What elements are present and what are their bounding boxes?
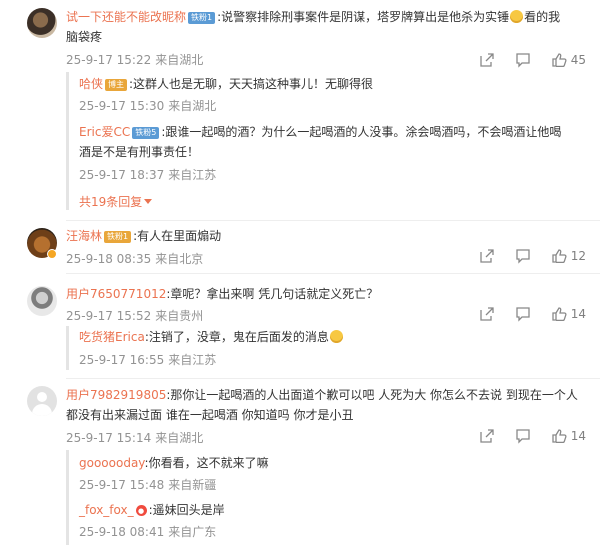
like-icon[interactable]: [551, 248, 567, 264]
divider: [66, 220, 600, 221]
avatar[interactable]: [27, 386, 57, 416]
username-link[interactable]: 汪海林: [66, 229, 102, 243]
divider: [66, 378, 600, 379]
avatar[interactable]: [27, 8, 57, 38]
username-link[interactable]: _fox_fox_: [79, 503, 134, 517]
comment-meta: 25-9-18 08:35 来自北京: [66, 250, 203, 267]
fan-badge: 铁粉1: [104, 231, 132, 243]
like-icon[interactable]: [551, 428, 567, 444]
comment-icon[interactable]: [515, 248, 531, 264]
location: 来自湖北: [155, 53, 204, 67]
emoji-icon: [329, 330, 343, 343]
timestamp: 25-9-17 15:22: [66, 53, 152, 67]
share-icon[interactable]: [479, 428, 495, 444]
divider: [66, 273, 600, 274]
username-link[interactable]: 吃货猪Erica: [79, 330, 145, 344]
comment-text: 汪海林 铁粉1:有人在里面煽动: [66, 229, 222, 243]
fan-badge: 铁粉5: [132, 127, 160, 139]
location: 来自广东: [168, 525, 217, 539]
avatar[interactable]: [27, 286, 57, 316]
comment-meta: 25-9-17 15:22 来自湖北: [66, 51, 203, 68]
share-icon[interactable]: [479, 52, 495, 68]
share-icon[interactable]: [479, 306, 495, 322]
like-count: 14: [570, 429, 586, 443]
username-link[interactable]: Eric爱CC: [79, 125, 130, 139]
reply-meta: 25-9-17 18:37 来自江苏: [79, 166, 216, 183]
reply-text: Eric爱CC 铁粉5:跟谁一起喝的酒？为什么一起喝酒的人没事。涂会喝酒吗，不会喝…: [79, 125, 562, 139]
comment-text-cont: 脑袋疼: [66, 30, 103, 44]
comment-icon[interactable]: [515, 306, 531, 322]
comment-text: 用户7650771012:章呢？拿出来啊 凭几句话就定义死亡？: [66, 287, 379, 301]
caret-down-icon: [144, 199, 153, 204]
timestamp: 25-9-17 15:48: [79, 478, 165, 492]
reply-list: goooooday:你看看，这不就来了嘛 25-9-17 15:48 来自新疆 _…: [66, 450, 582, 545]
reply-text: _fox_fox_ ●:遥妹回头是岸: [79, 503, 225, 517]
comment-actions: 45: [479, 52, 586, 68]
emoji-icon: [510, 10, 524, 23]
reply-text-cont: 酒是不是有刑事责任！: [79, 145, 200, 159]
reply-text: 哈侠 博主:这群人也是无聊，天天搞这种事儿！无聊得很: [79, 77, 374, 91]
username-link[interactable]: goooooday: [79, 456, 145, 470]
timestamp: 25-9-17 15:14: [66, 431, 152, 445]
reply-text: goooooday:你看看，这不就来了嘛: [79, 456, 269, 470]
reply-meta: 25-9-17 15:30 来自湖北: [79, 97, 216, 114]
location: 来自新疆: [168, 478, 217, 492]
timestamp: 25-9-18 08:41: [79, 525, 165, 539]
reply-text: 吃货猪Erica:注销了，没章，鬼在后面发的消息: [79, 329, 344, 346]
timestamp: 25-9-17 16:55: [79, 353, 165, 367]
location: 来自北京: [155, 252, 204, 266]
comment-actions: 12: [479, 248, 586, 264]
comment-icon[interactable]: [515, 52, 531, 68]
verified-icon: [47, 249, 57, 259]
timestamp: 25-9-18 08:35: [66, 252, 152, 266]
like-count: 45: [570, 53, 586, 67]
like-icon[interactable]: [551, 306, 567, 322]
gift-icon: ●: [135, 505, 147, 516]
comment-text-cont: 都没有出来漏过面 谁在一起喝酒 你知道吗 你才是小丑: [66, 408, 354, 422]
author-badge: 博主: [105, 79, 128, 91]
location: 来自贵州: [155, 309, 204, 323]
reply-meta: 25-9-17 16:55 来自江苏: [79, 351, 216, 368]
comment-text: 用户7982919805:那你让一起喝酒的人出面道个歉可以吧 人死为大 你怎么不…: [66, 388, 578, 402]
username-link[interactable]: 用户7982919805: [66, 388, 166, 402]
comment-actions: 14: [479, 306, 586, 322]
reply-meta: 25-9-17 15:48 来自新疆: [79, 476, 216, 493]
username-link[interactable]: 试一下还能不能改昵称: [66, 10, 186, 24]
location: 来自湖北: [155, 431, 204, 445]
default-avatar-icon: [37, 392, 47, 402]
comment-actions: 14: [479, 428, 586, 444]
comment-meta: 25-9-17 15:14 来自湖北: [66, 429, 203, 446]
comment-meta: 25-9-17 15:52 来自贵州: [66, 307, 203, 324]
reply-list: 吃货猪Erica:注销了，没章，鬼在后面发的消息 25-9-17 16:55 来自…: [66, 326, 582, 370]
timestamp: 25-9-17 15:30: [79, 99, 165, 113]
like-count: 14: [570, 307, 586, 321]
comment-text: 试一下还能不能改昵称 铁粉1:说警察排除刑事案件是阴谋，塔罗牌算出是他杀为实锤 看的…: [66, 10, 561, 24]
like-icon[interactable]: [551, 52, 567, 68]
share-icon[interactable]: [479, 248, 495, 264]
timestamp: 25-9-17 15:52: [66, 309, 152, 323]
fan-badge: 铁粉1: [188, 12, 216, 24]
reply-list: 哈侠 博主:这群人也是无聊，天天搞这种事儿！无聊得很 25-9-17 15:30 来…: [66, 72, 582, 210]
timestamp: 25-9-17 18:37: [79, 168, 165, 182]
location: 来自江苏: [168, 168, 217, 182]
location: 来自湖北: [168, 99, 217, 113]
username-link[interactable]: 哈侠: [79, 77, 103, 91]
more-replies-link[interactable]: 共19条回复: [79, 193, 153, 210]
username-link[interactable]: 用户7650771012: [66, 287, 166, 301]
location: 来自江苏: [168, 353, 217, 367]
comment-icon[interactable]: [515, 428, 531, 444]
reply-meta: 25-9-18 08:41 来自广东: [79, 523, 216, 540]
like-count: 12: [570, 249, 586, 263]
